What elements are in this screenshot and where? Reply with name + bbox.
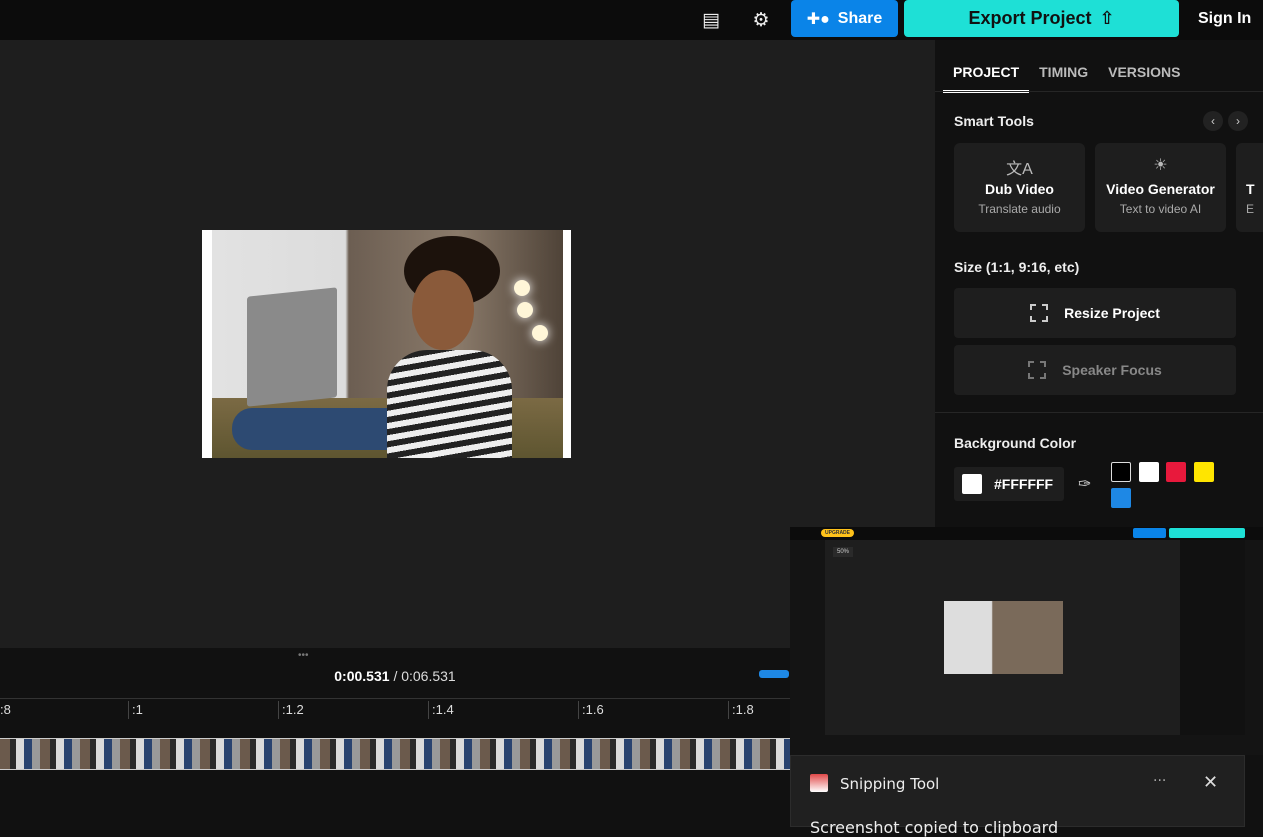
playback-time: 0:00.531 / 0:06.531 bbox=[334, 668, 456, 684]
lightbulb-icon: ☀ bbox=[1153, 157, 1168, 174]
swatch-white[interactable] bbox=[1139, 462, 1159, 482]
snipping-tool-notification[interactable]: Snipping Tool ··· ✕ Screenshot copied to… bbox=[790, 755, 1245, 837]
resize-project-button[interactable]: Resize Project bbox=[954, 288, 1236, 338]
snipping-thumbnail[interactable]: UPGRADE 50% bbox=[790, 527, 1263, 755]
tick-label: :1 bbox=[128, 701, 143, 719]
close-icon[interactable]: ✕ bbox=[1203, 772, 1218, 793]
video-frame-image bbox=[212, 230, 563, 458]
more-options-icon[interactable]: ··· bbox=[1153, 773, 1166, 789]
sign-in-link[interactable]: Sign In bbox=[1198, 10, 1251, 28]
share-button[interactable]: ✚● Share bbox=[791, 0, 898, 37]
tick-label: :1.6 bbox=[578, 701, 604, 719]
swatch-blue[interactable] bbox=[1111, 488, 1131, 508]
eyedropper-icon[interactable]: ✑ bbox=[1078, 474, 1091, 494]
tab-project[interactable]: PROJECT bbox=[943, 64, 1030, 93]
add-user-icon: ✚● bbox=[806, 10, 830, 28]
chevron-left-icon[interactable]: ‹ bbox=[1203, 111, 1223, 131]
resize-icon bbox=[1030, 304, 1049, 322]
tool-dub-video[interactable]: 文A Dub Video Translate audio bbox=[954, 143, 1085, 232]
comment-icon[interactable]: ▤ bbox=[698, 8, 724, 32]
video-canvas[interactable] bbox=[202, 230, 571, 458]
tool-partial[interactable]: TE bbox=[1236, 143, 1263, 232]
playback-bar: ••• 0:00.531 / 0:06.531 bbox=[0, 648, 790, 698]
tick-label: :8 bbox=[0, 701, 11, 719]
tab-timing[interactable]: TIMING bbox=[1029, 64, 1098, 93]
swatch-black[interactable] bbox=[1111, 462, 1131, 482]
snipping-tool-icon bbox=[810, 774, 828, 792]
tool-video-generator[interactable]: ☀ Video Generator Text to video AI bbox=[1095, 143, 1226, 232]
export-project-button[interactable]: Export Project ⇧ bbox=[904, 0, 1179, 37]
smart-tools-title: Smart Tools bbox=[954, 113, 1034, 129]
right-panel: PROJECT TIMING VERSIONS Smart Tools ‹ › … bbox=[935, 40, 1263, 527]
speaker-focus-button[interactable]: Speaker Focus bbox=[954, 345, 1236, 395]
tab-versions[interactable]: VERSIONS bbox=[1098, 64, 1190, 93]
share-upload-icon: ⇧ bbox=[1099, 8, 1115, 28]
tick-label: :1.4 bbox=[428, 701, 454, 719]
tick-label: :1.8 bbox=[728, 701, 754, 719]
swatch-red[interactable] bbox=[1166, 462, 1186, 482]
swatch-yellow[interactable] bbox=[1194, 462, 1214, 482]
chevron-right-icon[interactable]: › bbox=[1228, 111, 1248, 131]
snap-icon[interactable] bbox=[759, 670, 789, 678]
color-preview bbox=[962, 474, 982, 494]
size-title: Size (1:1, 9:16, etc) bbox=[954, 259, 1080, 275]
background-color-title: Background Color bbox=[954, 435, 1077, 451]
timeline-ruler[interactable]: :8 :1 :1.2 :1.4 :1.6 :1.8 bbox=[0, 698, 790, 738]
video-track-filmstrip[interactable] bbox=[0, 738, 790, 770]
gear-icon[interactable]: ⚙ bbox=[748, 8, 774, 32]
top-bar: ▤ ⚙ ✚● Share Export Project ⇧ Sign In bbox=[0, 0, 1263, 40]
translate-icon: 文A bbox=[1006, 161, 1033, 178]
face-focus-icon bbox=[1028, 361, 1047, 379]
tick-label: :1.2 bbox=[278, 701, 304, 719]
resize-handle[interactable]: ••• bbox=[298, 650, 309, 661]
background-color-input[interactable]: #FFFFFF bbox=[954, 467, 1064, 501]
